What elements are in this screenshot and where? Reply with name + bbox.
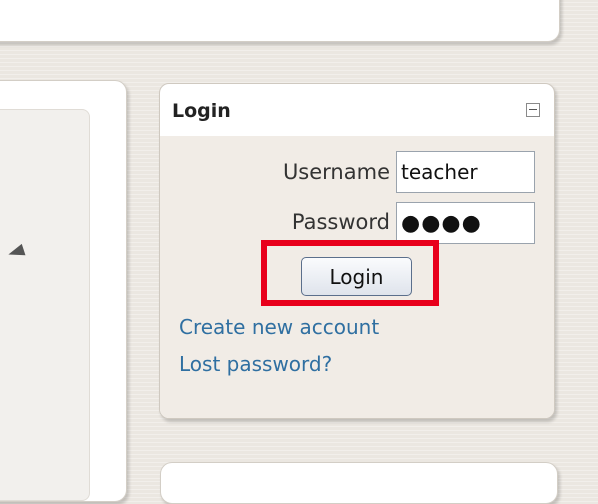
login-block-body: Username Password Login Create new accou… — [160, 136, 554, 418]
password-label: Password — [291, 210, 390, 234]
login-block-header: Login — [160, 84, 554, 134]
highlight-annotation — [261, 240, 439, 306]
collapse-icon[interactable] — [526, 103, 540, 117]
next-block-panel — [160, 462, 558, 504]
login-block: Login Username Password Login Create new… — [159, 83, 555, 419]
main-content-inner — [0, 109, 90, 501]
username-input[interactable] — [396, 151, 535, 193]
password-input[interactable] — [396, 202, 535, 244]
lost-password-link[interactable]: Lost password? — [179, 352, 332, 376]
username-label: Username — [282, 160, 390, 184]
top-content-panel — [0, 0, 560, 42]
create-account-link[interactable]: Create new account — [179, 315, 379, 339]
login-block-title: Login — [172, 100, 231, 122]
